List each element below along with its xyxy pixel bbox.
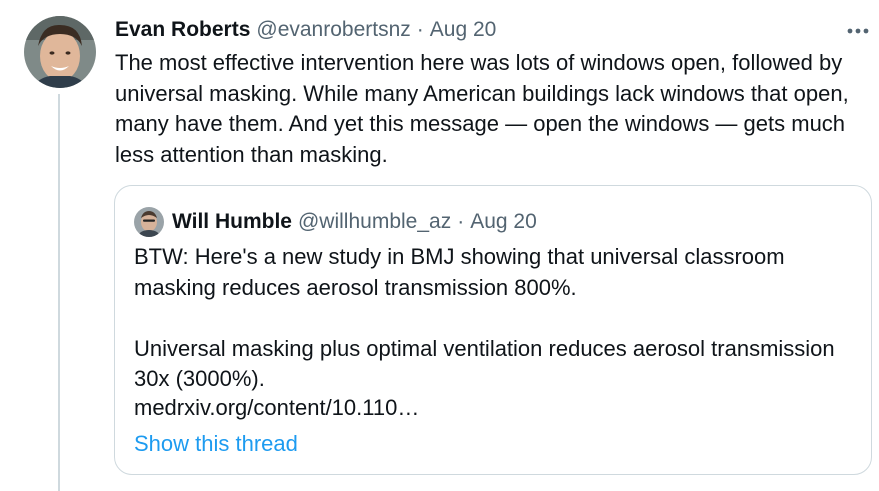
- quoted-tweet-paragraph-1: BTW: Here's a new study in BMJ showing t…: [134, 244, 785, 300]
- quoted-author-name: Will Humble: [172, 210, 292, 233]
- separator-dot: ·: [416, 18, 424, 41]
- tweet-header: Evan Roberts @evanrobertsnz · Aug 20: [115, 14, 496, 46]
- quoted-author-handle: @willhumble_az: [297, 210, 452, 233]
- quoted-tweet-date: Aug 20: [470, 210, 537, 233]
- thread-connector-line: [58, 94, 60, 491]
- quoted-author-avatar: [134, 207, 164, 237]
- quoted-tweet-card[interactable]: Will Humble @willhumble_az · Aug 20 BTW:…: [114, 185, 872, 475]
- show-thread-link[interactable]: Show this thread: [134, 429, 298, 459]
- tweet-text: The most effective intervention here was…: [115, 50, 849, 167]
- avatar[interactable]: [24, 16, 96, 88]
- quoted-tweet-paragraph-2: Universal masking plus optimal ventilati…: [134, 335, 835, 392]
- author-name[interactable]: Evan Roberts: [115, 18, 250, 42]
- separator-dot: ·: [457, 210, 465, 233]
- quoted-tweet-link: medrxiv.org/content/10.110…: [134, 395, 420, 420]
- tweet-date[interactable]: Aug 20: [430, 18, 497, 42]
- author-photo: [24, 16, 96, 88]
- quoted-tweet-header: Will Humble @willhumble_az · Aug 20: [134, 206, 537, 238]
- quoted-author-photo: [134, 207, 164, 237]
- quoted-tweet-text: BTW: Here's a new study in BMJ showing t…: [134, 242, 859, 395]
- author-handle[interactable]: @evanrobertsnz: [256, 18, 410, 42]
- more-options-button[interactable]: [838, 18, 878, 44]
- more-horizontal-icon: [847, 28, 869, 34]
